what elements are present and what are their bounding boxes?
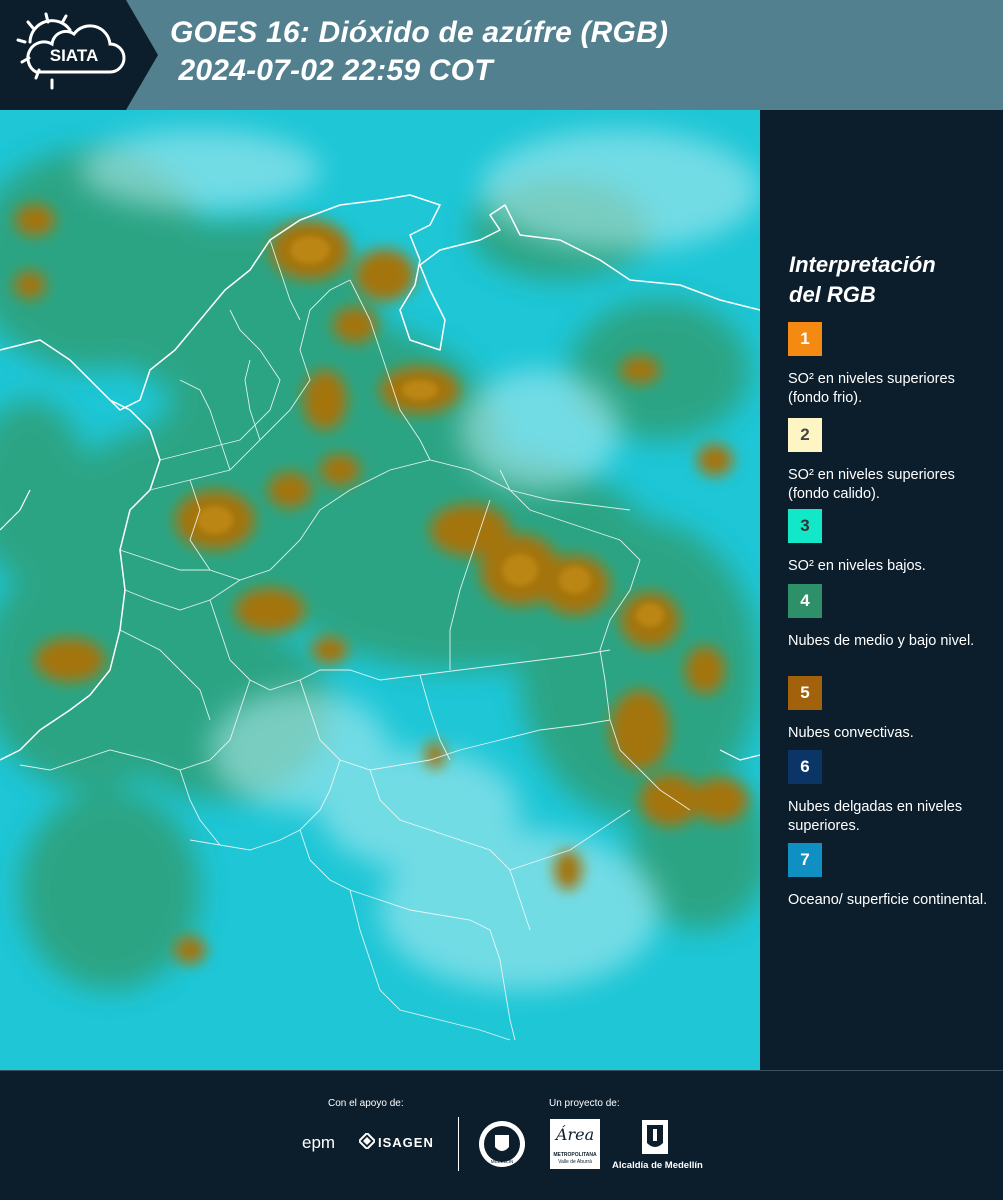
legend-swatch-3: 3 bbox=[788, 509, 822, 543]
medellin-seal-icon[interactable]: MEDELLÍN bbox=[477, 1119, 527, 1169]
legend-number-1: 1 bbox=[800, 329, 810, 348]
title-line-2: 2024-07-02 22:59 COT bbox=[170, 54, 493, 87]
legend-title: Interpretación del RGB bbox=[789, 250, 936, 310]
legend-item-3: 3 SO² en niveles bajos. bbox=[788, 509, 993, 576]
area-line-2: Valle de Aburrá bbox=[558, 1159, 592, 1165]
legend-panel: Interpretación del RGB 1 SO² en niveles … bbox=[760, 110, 1003, 1070]
footer: Con el apoyo de: Un proyecto de: epm ISA… bbox=[0, 1070, 1003, 1200]
legend-number-4: 4 bbox=[800, 591, 810, 610]
legend-item-1: 1 SO² en niveles superiores (fondo frio)… bbox=[788, 322, 993, 408]
satellite-map[interactable] bbox=[0, 110, 760, 1070]
legend-title-line-1: Interpretación bbox=[789, 252, 936, 277]
legend-number-6: 6 bbox=[800, 757, 810, 776]
area-script-text: Área bbox=[555, 1125, 595, 1144]
isagen-logo[interactable]: ISAGEN bbox=[378, 1135, 434, 1150]
legend-number-5: 5 bbox=[800, 683, 810, 702]
legend-item-5: 5 Nubes convectivas. bbox=[788, 676, 993, 743]
legend-item-7: 7 Oceano/ superficie continental. bbox=[788, 843, 993, 910]
legend-swatch-5: 5 bbox=[788, 676, 822, 710]
legend-label-5: Nubes convectivas. bbox=[788, 725, 914, 741]
legend-swatch-2: 2 bbox=[788, 418, 822, 452]
legend-label-1: SO² en niveles superiores (fondo frio). bbox=[788, 371, 955, 406]
legend-label-4: Nubes de medio y bajo nivel. bbox=[788, 633, 975, 649]
alcaldia-crest-icon bbox=[641, 1119, 669, 1155]
legend-number-7: 7 bbox=[800, 850, 810, 869]
epm-logo[interactable]: epm bbox=[302, 1133, 335, 1153]
legend-swatch-1: 1 bbox=[788, 322, 822, 356]
legend-title-line-2: del RGB bbox=[789, 282, 876, 307]
alcaldia-text[interactable]: Alcaldía de Medellín bbox=[612, 1160, 703, 1171]
isagen-icon bbox=[357, 1131, 377, 1151]
area-line-1: METROPOLITANA bbox=[553, 1152, 597, 1158]
legend-swatch-6: 6 bbox=[788, 750, 822, 784]
legend-item-2: 2 SO² en niveles superiores (fondo calid… bbox=[788, 418, 993, 504]
siata-logo-text: SIATA bbox=[50, 46, 98, 65]
legend-label-6: Nubes delgadas en niveles superiores. bbox=[788, 799, 963, 834]
siata-logo[interactable]: SIATA bbox=[0, 0, 158, 110]
footer-divider bbox=[458, 1117, 459, 1171]
legend-item-6: 6 Nubes delgadas en niveles superiores. bbox=[788, 750, 993, 836]
title-line-1: GOES 16: Dióxido de azúfre (RGB) bbox=[170, 16, 669, 49]
legend-label-7: Oceano/ superficie continental. bbox=[788, 892, 988, 908]
legend-number-3: 3 bbox=[800, 516, 810, 535]
legend-label-3: SO² en niveles bajos. bbox=[788, 558, 926, 574]
support-label: Con el apoyo de: bbox=[328, 1098, 404, 1109]
header-bar: SIATA GOES 16: Dióxido de azúfre (RGB) 2… bbox=[0, 0, 1003, 110]
area-metropolitana-logo[interactable]: Área METROPOLITANA Valle de Aburrá bbox=[550, 1119, 600, 1169]
seal-text: MEDELLÍN bbox=[491, 1158, 514, 1164]
legend-swatch-7: 7 bbox=[788, 843, 822, 877]
legend-number-2: 2 bbox=[800, 425, 810, 444]
project-label: Un proyecto de: bbox=[549, 1098, 620, 1109]
page-title: GOES 16: Dióxido de azúfre (RGB) 2024-07… bbox=[170, 14, 668, 90]
legend-item-4: 4 Nubes de medio y bajo nivel. bbox=[788, 584, 993, 651]
legend-swatch-4: 4 bbox=[788, 584, 822, 618]
legend-label-2: SO² en niveles superiores (fondo calido)… bbox=[788, 467, 955, 502]
